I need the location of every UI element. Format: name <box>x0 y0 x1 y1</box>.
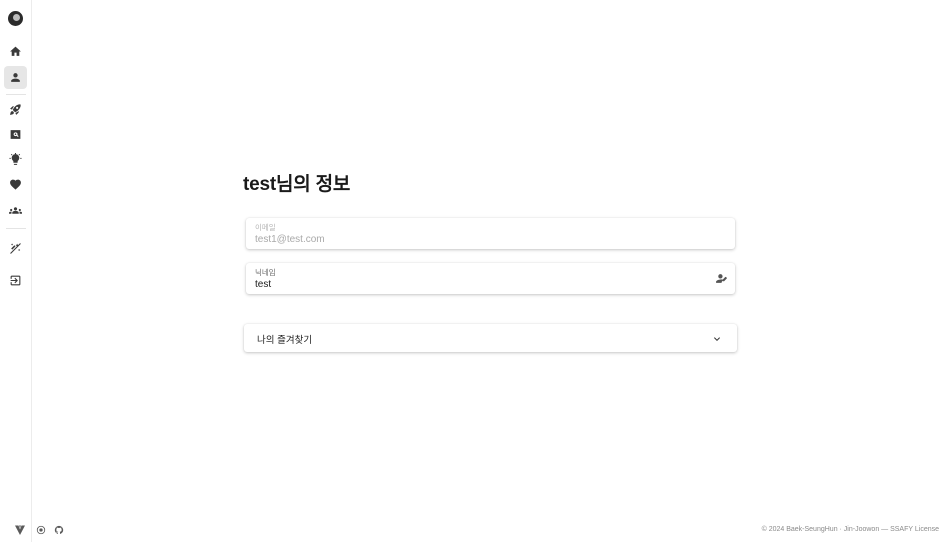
sidebar-item-favorites[interactable] <box>4 173 27 196</box>
footer-copyright: © 2024 Baek-SeungHun · Jin-Joowon — SSAF… <box>761 526 939 533</box>
groups-icon <box>9 204 22 217</box>
sidebar-item-rocket[interactable] <box>4 98 27 121</box>
sidebar-divider <box>6 94 26 95</box>
home-icon <box>9 45 22 58</box>
lightbulb-icon <box>9 153 22 166</box>
settings-circle-icon[interactable] <box>36 524 46 536</box>
no-magic-icon <box>9 242 22 255</box>
sidebar-item-ideas[interactable] <box>4 148 27 171</box>
nickname-field-value[interactable]: test <box>255 279 271 290</box>
favorites-panel-title: 나의 즐겨찾기 <box>257 335 313 346</box>
rocket-icon <box>9 103 22 116</box>
sidebar-item-groups[interactable] <box>4 199 27 222</box>
sidebar-divider <box>6 228 26 229</box>
email-field-label: 이메일 <box>255 223 276 232</box>
nickname-field[interactable]: 닉네임 test <box>246 263 735 294</box>
app-root: test님의 정보 이메일 test1@test.com 닉네임 test 나의… <box>0 0 939 542</box>
sidebar-item-profile[interactable] <box>4 66 27 89</box>
sidebar-item-magic-off[interactable] <box>4 237 27 260</box>
page-title: test님의 정보 <box>243 174 351 195</box>
image-search-icon <box>9 128 22 141</box>
sidebar <box>0 0 32 542</box>
sidebar-item-home[interactable] <box>4 40 27 63</box>
person-icon <box>9 71 22 84</box>
email-field: 이메일 test1@test.com <box>246 218 735 249</box>
heart-icon <box>9 178 22 191</box>
nickname-field-label: 닉네임 <box>255 268 276 277</box>
sidebar-item-image-search[interactable] <box>4 123 27 146</box>
sidebar-item-logout[interactable] <box>4 269 27 292</box>
vuetify-icon[interactable] <box>14 524 26 536</box>
app-logo[interactable] <box>8 11 23 26</box>
github-icon[interactable] <box>54 524 64 536</box>
chevron-down-icon[interactable] <box>711 332 723 344</box>
edit-person-icon[interactable] <box>715 272 728 285</box>
logout-icon <box>9 274 22 287</box>
email-field-value: test1@test.com <box>255 234 325 245</box>
favorites-panel[interactable]: 나의 즐겨찾기 <box>244 324 737 352</box>
